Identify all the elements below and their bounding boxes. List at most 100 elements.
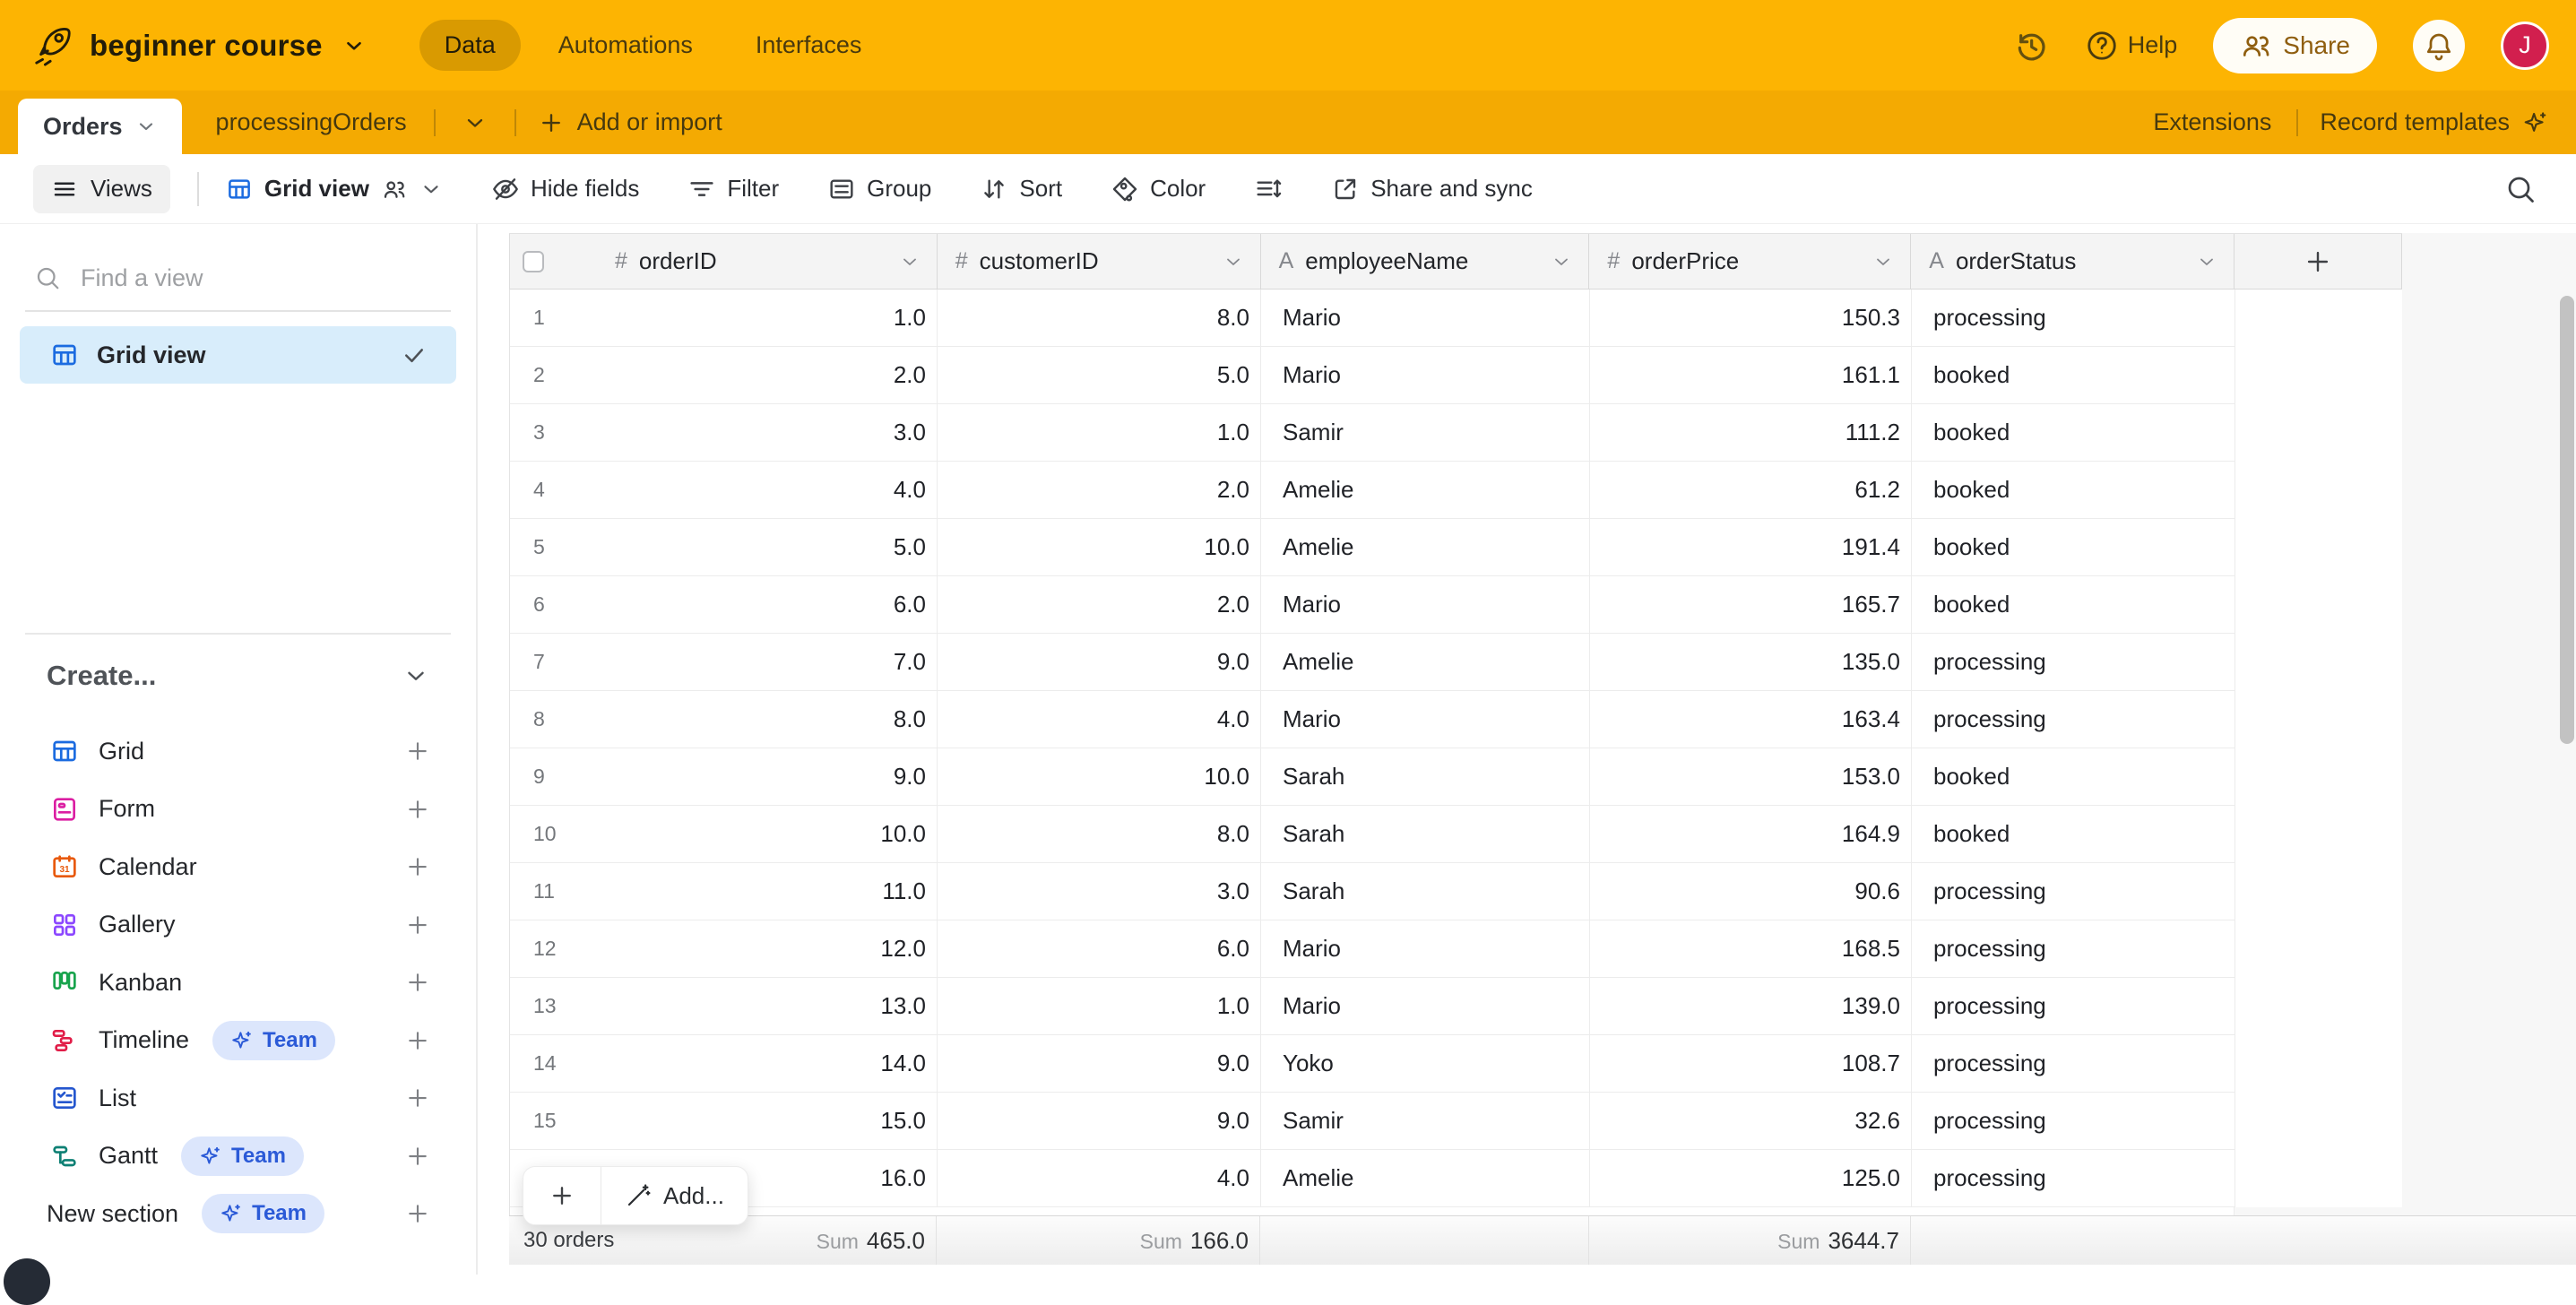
summary-cell-empty[interactable] (1911, 1216, 2235, 1265)
cell-customerID[interactable]: 10.0 (938, 519, 1261, 576)
table-row[interactable]: 77.09.0Amelie135.0processing (509, 634, 2402, 691)
cell-orderStatus[interactable]: processing (1912, 1035, 2235, 1093)
tab-interfaces[interactable]: Interfaces (730, 20, 887, 71)
cell-customerID[interactable]: 1.0 (938, 404, 1261, 462)
cell-employeeName[interactable]: Mario (1261, 978, 1590, 1035)
chevron-down-icon[interactable] (2196, 251, 2217, 272)
hide-fields-button[interactable]: Hide fields (491, 175, 639, 203)
sum-customerID-cell[interactable]: Sum 166.0 (937, 1216, 1260, 1265)
cell-employeeName[interactable]: Sarah (1261, 748, 1590, 806)
add-view-button[interactable] (404, 853, 431, 880)
avatar[interactable]: J (2501, 22, 2549, 70)
cell-orderID[interactable]: 1313.0 (510, 978, 938, 1035)
chevron-down-icon[interactable] (1551, 251, 1572, 272)
cell-orderID[interactable]: 1515.0 (510, 1093, 938, 1150)
cell-orderPrice[interactable]: 139.0 (1590, 978, 1912, 1035)
add-field-button[interactable] (2235, 234, 2402, 290)
chevron-down-icon[interactable] (1872, 251, 1894, 272)
cell-orderStatus[interactable]: processing (1912, 978, 2235, 1035)
column-header-orderPrice[interactable]: # orderPrice (1589, 234, 1911, 290)
cell-orderPrice[interactable]: 168.5 (1590, 920, 1912, 978)
cell-customerID[interactable]: 4.0 (938, 1150, 1261, 1207)
cell-orderStatus[interactable]: booked (1912, 519, 2235, 576)
cell-customerID[interactable]: 1.0 (938, 978, 1261, 1035)
cell-customerID[interactable]: 4.0 (938, 691, 1261, 748)
sidebar-item-gantt[interactable]: GanttTeam (0, 1128, 476, 1186)
cell-employeeName[interactable]: Mario (1261, 347, 1590, 404)
cell-employeeName[interactable]: Mario (1261, 920, 1590, 978)
cell-orderID[interactable]: 1414.0 (510, 1035, 938, 1093)
table-row[interactable]: 1010.08.0Sarah164.9booked (509, 806, 2402, 863)
cell-employeeName[interactable]: Samir (1261, 1093, 1590, 1150)
add-with-ai-button[interactable]: Add... (601, 1182, 748, 1210)
sidebar-item-list[interactable]: List (0, 1069, 476, 1128)
sidebar-item-kanban[interactable]: Kanban (0, 954, 476, 1012)
cell-orderID[interactable]: 1010.0 (510, 806, 938, 863)
cell-orderStatus[interactable]: booked (1912, 576, 2235, 634)
chevron-down-icon[interactable] (1223, 251, 1244, 272)
table-row[interactable]: 33.01.0Samir111.2booked (509, 404, 2402, 462)
table-row[interactable]: 1111.03.0Sarah90.6processing (509, 863, 2402, 920)
workspace-switcher[interactable]: beginner course (32, 25, 366, 66)
cell-orderPrice[interactable]: 108.7 (1590, 1035, 1912, 1093)
add-view-button[interactable] (404, 796, 431, 823)
group-button[interactable]: Group (827, 175, 931, 203)
cell-orderPrice[interactable]: 165.7 (1590, 576, 1912, 634)
sidebar-item-form[interactable]: Form (0, 781, 476, 839)
sidebar-item-grid-view[interactable]: Grid view (20, 326, 456, 384)
views-button[interactable]: Views (33, 165, 170, 213)
history-icon[interactable] (2013, 28, 2049, 64)
cell-orderPrice[interactable]: 32.6 (1590, 1093, 1912, 1150)
cell-orderPrice[interactable]: 153.0 (1590, 748, 1912, 806)
column-header-orderStatus[interactable]: A orderStatus (1911, 234, 2235, 290)
add-view-button[interactable] (404, 1027, 431, 1054)
vertical-scrollbar[interactable] (2560, 296, 2574, 744)
cell-customerID[interactable]: 9.0 (938, 1035, 1261, 1093)
tab-processingorders[interactable]: processingOrders (211, 108, 412, 136)
table-row[interactable]: 99.010.0Sarah153.0booked (509, 748, 2402, 806)
cell-customerID[interactable]: 9.0 (938, 1093, 1261, 1150)
cell-orderPrice[interactable]: 161.1 (1590, 347, 1912, 404)
cell-employeeName[interactable]: Mario (1261, 576, 1590, 634)
cell-customerID[interactable]: 8.0 (938, 806, 1261, 863)
tabs-dropdown-button[interactable] (457, 110, 493, 135)
color-button[interactable]: Color (1111, 175, 1206, 203)
share-button[interactable]: Share (2213, 18, 2377, 73)
add-record-button[interactable] (523, 1167, 601, 1224)
cell-employeeName[interactable]: Amelie (1261, 462, 1590, 519)
sum-orderID[interactable]: Sum 465.0 (817, 1227, 936, 1255)
notifications-button[interactable] (2413, 20, 2465, 72)
cell-orderID[interactable]: 33.0 (510, 404, 938, 462)
table-row[interactable]: 1414.09.0Yoko108.7processing (509, 1035, 2402, 1093)
cell-orderPrice[interactable]: 135.0 (1590, 634, 1912, 691)
cell-orderStatus[interactable]: processing (1912, 1093, 2235, 1150)
cell-customerID[interactable]: 6.0 (938, 920, 1261, 978)
record-templates-button[interactable]: Record templates (2320, 108, 2549, 136)
add-view-button[interactable] (404, 1200, 431, 1227)
cell-orderID[interactable]: 44.0 (510, 462, 938, 519)
cell-orderPrice[interactable]: 164.9 (1590, 806, 1912, 863)
cell-orderStatus[interactable]: booked (1912, 462, 2235, 519)
filter-button[interactable]: Filter (687, 175, 779, 203)
sidebar-item-grid[interactable]: Grid (0, 722, 476, 781)
cell-orderStatus[interactable]: processing (1912, 290, 2235, 347)
table-row[interactable]: 1313.01.0Mario139.0processing (509, 978, 2402, 1035)
cell-employeeName[interactable]: Amelie (1261, 519, 1590, 576)
chevron-down-icon[interactable] (899, 251, 921, 272)
cell-customerID[interactable]: 5.0 (938, 347, 1261, 404)
table-row[interactable]: 44.02.0Amelie61.2booked (509, 462, 2402, 519)
column-header-employeeName[interactable]: A employeeName (1261, 234, 1590, 290)
cell-orderID[interactable]: 55.0 (510, 519, 938, 576)
add-view-button[interactable] (404, 1143, 431, 1170)
help-bubble[interactable] (4, 1258, 50, 1305)
cell-orderStatus[interactable]: processing (1912, 691, 2235, 748)
cell-orderStatus[interactable]: booked (1912, 404, 2235, 462)
tab-orders[interactable]: Orders (18, 99, 182, 154)
cell-orderID[interactable]: 11.0 (510, 290, 938, 347)
cell-customerID[interactable]: 8.0 (938, 290, 1261, 347)
cell-customerID[interactable]: 3.0 (938, 863, 1261, 920)
cell-employeeName[interactable]: Amelie (1261, 1150, 1590, 1207)
current-view-button[interactable]: Grid view (226, 175, 443, 203)
cell-orderStatus[interactable]: booked (1912, 748, 2235, 806)
add-view-button[interactable] (404, 912, 431, 938)
